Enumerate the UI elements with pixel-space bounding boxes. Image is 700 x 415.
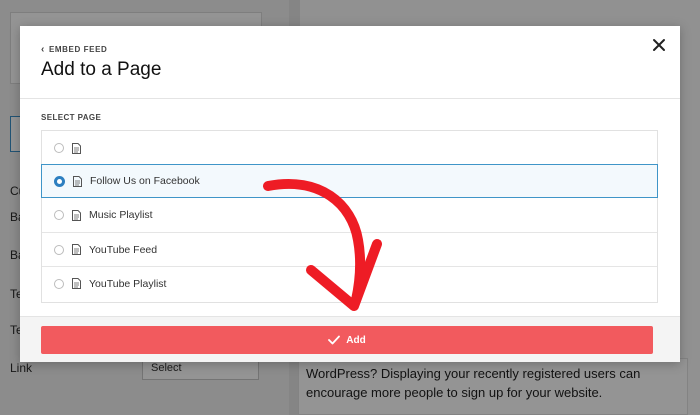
page-list: Follow Us on Facebook Music Playlist You… [41, 130, 658, 303]
page-option-label: YouTube Playlist [89, 277, 167, 290]
close-icon[interactable] [650, 36, 668, 54]
add-button-label: Add [346, 334, 366, 346]
page-option-label: Music Playlist [89, 209, 153, 221]
document-icon [72, 244, 81, 255]
page-option-label: YouTube Feed [89, 243, 158, 256]
back-link-label: EMBED FEED [48, 45, 108, 54]
modal-header: ‹ EMBED FEED Add to a Page [20, 26, 680, 99]
radio-button[interactable] [54, 143, 64, 153]
embed-feed-back-link[interactable]: ‹ EMBED FEED [41, 43, 108, 55]
select-page-label: SELECT PAGE [41, 113, 102, 122]
document-icon [73, 175, 82, 187]
add-button[interactable]: Add [41, 326, 653, 354]
radio-button[interactable] [54, 278, 64, 289]
document-icon [72, 278, 81, 289]
page-option[interactable] [42, 131, 657, 165]
radio-button-selected[interactable] [54, 175, 65, 187]
add-to-page-modal: ‹ EMBED FEED Add to a Page SELECT PAGE F… [20, 26, 680, 362]
radio-button[interactable] [54, 244, 64, 255]
page-option[interactable]: YouTube Playlist [42, 266, 657, 300]
radio-button[interactable] [54, 210, 64, 220]
checkmark-icon [328, 335, 341, 345]
chevron-left-icon: ‹ [41, 43, 45, 55]
page-option[interactable]: Music Playlist [42, 198, 657, 232]
page-option-label: Follow Us on Facebook [90, 175, 200, 187]
document-icon [72, 209, 81, 221]
page-option[interactable]: YouTube Feed [42, 232, 657, 266]
modal-title: Add to a Page [41, 59, 162, 80]
document-icon [72, 142, 81, 154]
page-option-selected[interactable]: Follow Us on Facebook [41, 164, 658, 198]
modal-footer: Add [20, 316, 680, 362]
